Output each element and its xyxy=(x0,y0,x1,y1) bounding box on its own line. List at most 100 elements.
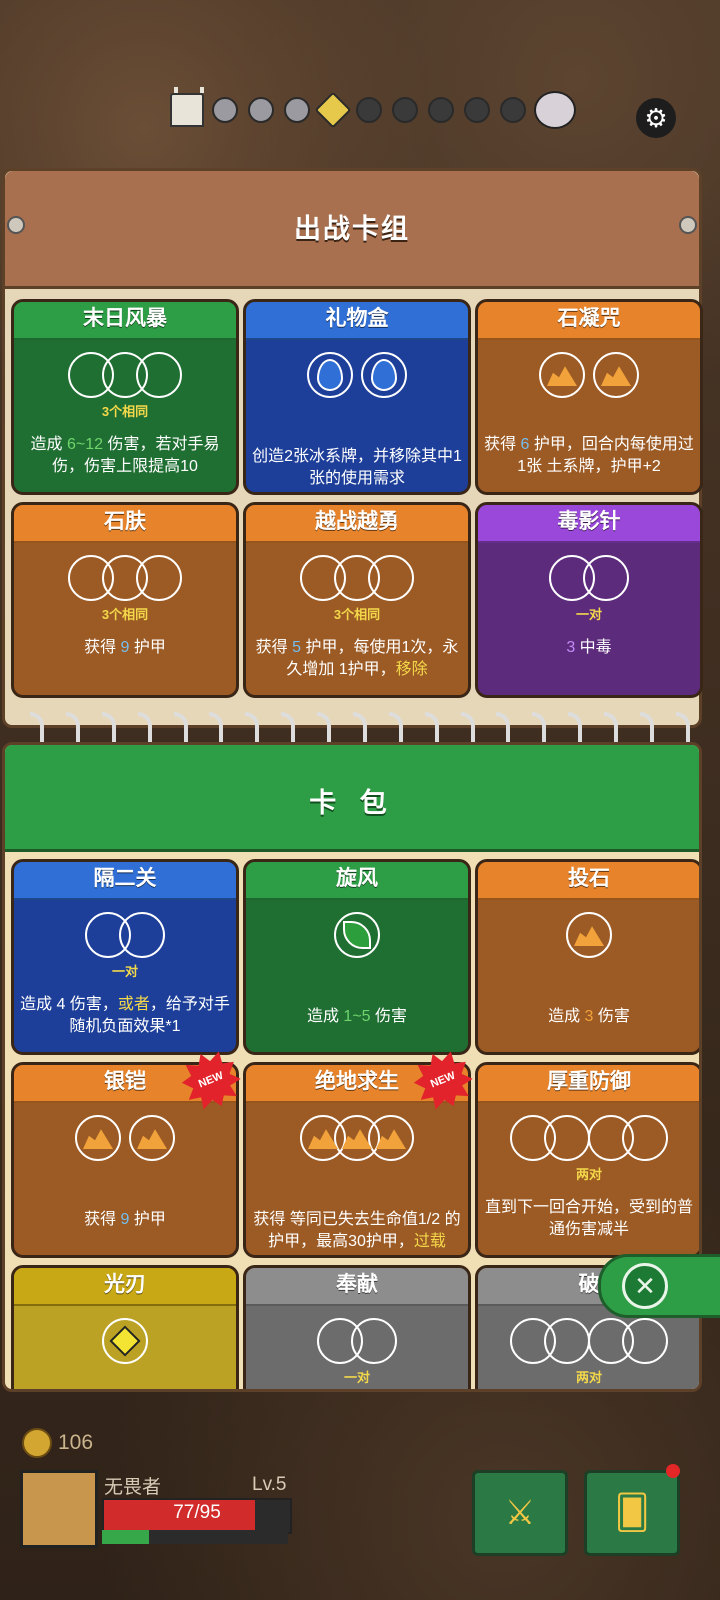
pack-card[interactable]: 旋风造成 1~5 伤害 xyxy=(243,859,471,1055)
stage-dot xyxy=(464,97,490,123)
cards-icon[interactable]: 🂠 xyxy=(584,1470,680,1556)
description-text: 过载 xyxy=(413,1233,446,1250)
card-title: 石凝咒 xyxy=(478,302,700,340)
deck-card[interactable]: 石凝咒获得 6 护甲，回合内每使用过1张 土系牌，护甲+2 xyxy=(475,299,703,495)
slot-circle xyxy=(307,352,353,398)
deck-card[interactable]: 毒影针 一对 3 中毒 xyxy=(475,502,703,698)
pack-card[interactable]: 隔二关 一对 造成 4 伤害，或者，给予对手随机负面效果*1 xyxy=(11,859,239,1055)
slot-requirement-label: 一对 xyxy=(343,1370,370,1385)
slot-circle xyxy=(136,555,182,601)
card-slots xyxy=(246,555,468,601)
slot-circle xyxy=(102,1318,148,1364)
wind-leaf-icon xyxy=(343,921,371,949)
card-slots xyxy=(14,352,236,398)
pack-card[interactable]: 奉献 一对 xyxy=(243,1265,471,1389)
card-title: 末日风暴 xyxy=(14,302,236,340)
description-text: 护甲 xyxy=(129,1211,166,1228)
slot-circle xyxy=(622,1318,668,1364)
slot-circle xyxy=(622,1115,668,1161)
close-x-icon[interactable]: ✕ xyxy=(622,1263,668,1309)
winged-helmet-icon[interactable]: ⚔ xyxy=(472,1470,568,1556)
player-name: 无畏者 xyxy=(104,1477,162,1498)
card-description: 获得 5 护甲，每使用1次，永久增加 1护甲，移除 xyxy=(252,637,462,681)
slot-circle xyxy=(361,352,407,398)
stage-progress xyxy=(170,87,576,129)
pack-card[interactable]: 投石造成 3 伤害 xyxy=(475,859,699,1055)
card-title: 投石 xyxy=(478,862,699,900)
avatar[interactable] xyxy=(20,1470,98,1548)
card-description: 获得 9 护甲 xyxy=(20,1209,230,1231)
deck-header: 出战卡组 xyxy=(5,171,699,289)
slot-requirement-label: 两对 xyxy=(575,1370,602,1385)
description-text: 中毒 xyxy=(575,639,612,656)
deck-title: 出战卡组 xyxy=(294,214,410,244)
card-description: 造成 4 伤害，或者，给予对手随机负面效果*1 xyxy=(20,994,230,1038)
card-title: 隔二关 xyxy=(14,862,236,900)
slot-circle xyxy=(351,1318,397,1364)
description-text: 造成 xyxy=(20,996,57,1013)
coin-icon xyxy=(22,1428,52,1458)
card-slots xyxy=(14,912,236,958)
stage-dot xyxy=(356,97,382,123)
xp-fill xyxy=(102,1530,149,1544)
coin-value: 106 xyxy=(58,1431,94,1454)
hp-bar: 77/95 xyxy=(102,1498,292,1534)
water-drop-icon xyxy=(317,359,343,391)
pack-card[interactable]: 厚重防御 两对 直到下一回合开始，受到的普通伤害减半 xyxy=(475,1062,699,1258)
slot-requirement-label: 3个相同 xyxy=(101,607,149,622)
description-text: 1~5 xyxy=(343,1008,371,1025)
description-text: 伤害 xyxy=(370,1008,408,1025)
card-pack-panel: 卡 包 隔二关 一对 造成 4 伤害，或者，给予对手随机负面效果*1 旋风 造成 1~5… xyxy=(2,742,702,1392)
stage-dot xyxy=(248,97,274,123)
card-title: 奉献 xyxy=(246,1268,468,1306)
description-text: 伤害 xyxy=(593,1008,630,1025)
card-slots xyxy=(478,352,700,398)
slot-circle xyxy=(129,1115,175,1161)
card-slots xyxy=(246,352,468,398)
card-description: 造成 3 伤害 xyxy=(484,1006,694,1028)
earth-icon xyxy=(83,1129,113,1149)
earth-icon xyxy=(574,926,604,946)
castle-icon xyxy=(170,87,204,127)
slot-circle xyxy=(119,912,165,958)
description-text: 6~12 xyxy=(66,436,104,453)
card-title: 毒影针 xyxy=(478,505,700,543)
stage-dot xyxy=(212,97,238,123)
card-description: 获得 等同已失去生命值1/2 的护甲，最高30护甲，过载 xyxy=(252,1209,462,1253)
description-text: 造成 xyxy=(548,1008,585,1025)
card-description: 3 中毒 xyxy=(484,637,694,659)
pack-card[interactable]: 光刃 xyxy=(11,1265,239,1389)
card-description: 获得 6 护甲，回合内每使用过1张 土系牌，护甲+2 xyxy=(484,434,694,478)
deck-card[interactable]: 末日风暴 3个相同 造成 6~12 伤害，若对手易伤，伤害上限提高10 xyxy=(11,299,239,495)
deck-panel: 出战卡组 末日风暴 3个相同 造成 6~12 伤害，若对手易伤，伤害上限提高10 礼物… xyxy=(2,168,703,728)
description-text: 护甲+2 xyxy=(610,458,661,475)
stage-dot xyxy=(392,97,418,123)
gear-icon[interactable]: ⚙ xyxy=(636,98,676,138)
card-slots xyxy=(478,1318,699,1364)
card-description: 造成 1~5 伤害 xyxy=(252,1006,462,1028)
card-title: 旋风 xyxy=(246,862,468,900)
deck-card[interactable]: 石肤 3个相同 获得 9 护甲 xyxy=(11,502,239,698)
description-text: 1护甲， xyxy=(338,661,396,678)
current-stage-marker xyxy=(314,91,352,129)
slot-circle xyxy=(75,1115,121,1161)
slot-requirement-label: 两对 xyxy=(575,1167,602,1182)
slot-circle xyxy=(583,555,629,601)
earth-icon xyxy=(376,1129,406,1149)
slot-circle xyxy=(334,912,380,958)
description-text: 获得 xyxy=(255,639,293,656)
description-text: 5 xyxy=(292,639,301,656)
card-slots xyxy=(14,1115,236,1161)
card-slots xyxy=(478,555,700,601)
slot-circle xyxy=(566,912,612,958)
description-text: 移除 xyxy=(395,661,428,678)
deck-card[interactable]: 礼物盒 创造2张冰系牌，并移除其中1张的使用需求 xyxy=(243,299,471,495)
earth-icon xyxy=(137,1129,167,1149)
deck-card[interactable]: 越战越勇 3个相同 获得 5 护甲，每使用1次，永久增加 1护甲，移除 xyxy=(243,502,471,698)
earth-icon xyxy=(547,366,577,386)
card-description: 创造2张冰系牌，并移除其中1张的使用需求 xyxy=(252,446,462,490)
pack-header: 卡 包 xyxy=(5,745,699,852)
coin-counter: 106 xyxy=(22,1428,93,1458)
card-slots xyxy=(14,1318,236,1364)
description-text: 获得 xyxy=(484,436,521,453)
